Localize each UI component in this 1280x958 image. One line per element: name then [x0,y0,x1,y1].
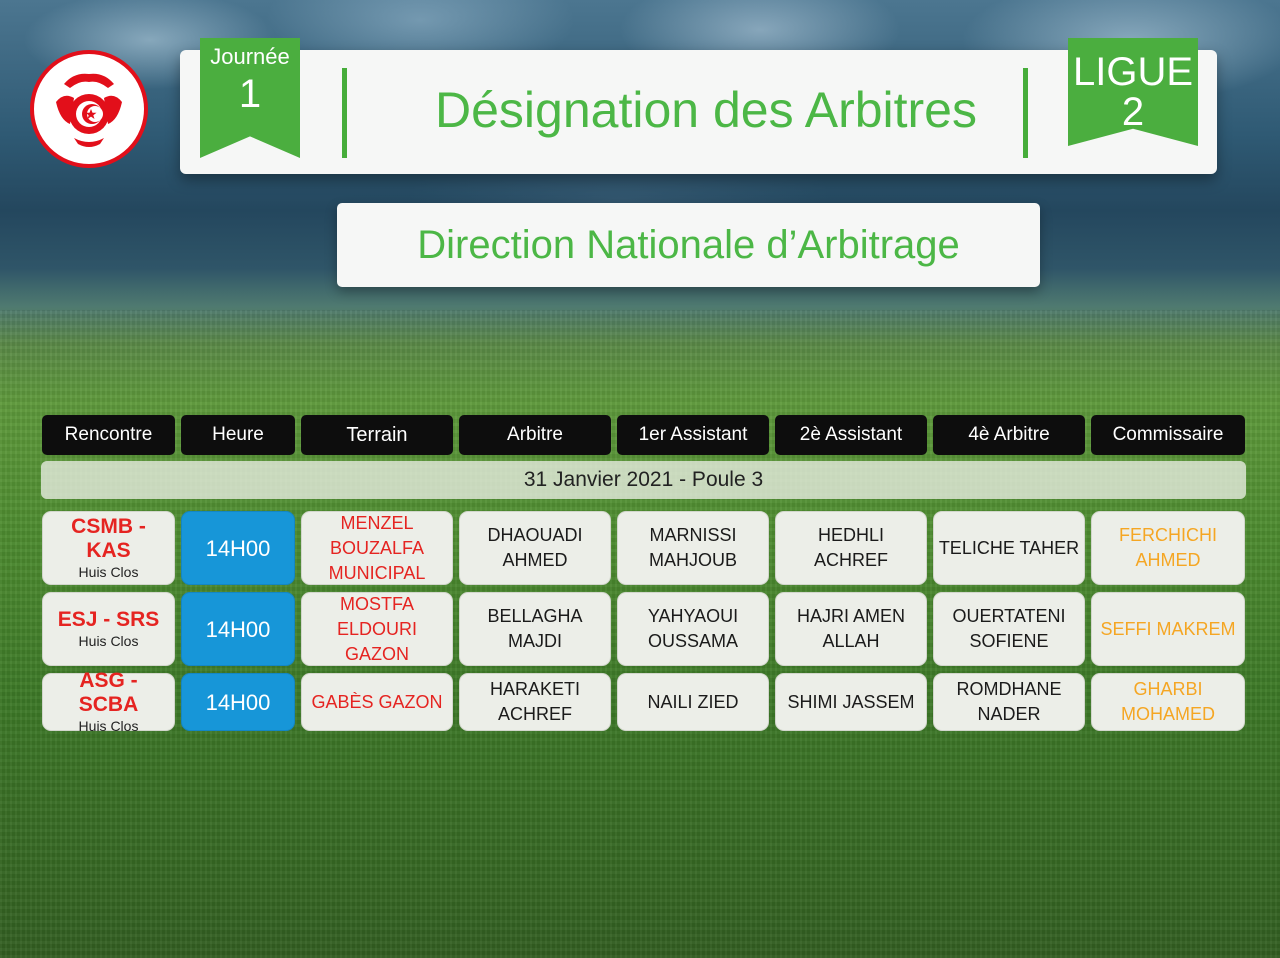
header-arbitre: Arbitre [459,415,611,455]
match-teams: ASG - SCBA [78,669,139,716]
match-assistant2: HAJRI AMEN ALLAH [775,592,927,666]
title-banner: Désignation des Arbitres [180,50,1217,174]
match-arbitre4: OUERTATENI SOFIENE [933,592,1085,666]
match-arbitre: DHAOUADI AHMED [459,511,611,585]
federation-emblem-icon [56,73,122,147]
match-status: Huis Clos [78,633,139,649]
header-assistant2: 2è Assistant [775,415,927,455]
page-subtitle: Direction Nationale d’Arbitrage [417,223,960,267]
subtitle-banner: Direction Nationale d’Arbitrage [337,203,1040,287]
match-teams: CSMB - KAS [71,515,146,562]
federation-logo [30,50,148,168]
header-commissaire: Commissaire [1091,415,1245,455]
page-title: Désignation des Arbitres [435,82,977,138]
ligue-number: 2 [1121,90,1145,134]
journee-number: 1 [238,72,262,116]
header-heure: Heure [181,415,295,455]
match-teams: ESJ - SRS [57,608,160,631]
match-arbitre: HARAKETI ACHREF [459,673,611,731]
date-band: 31 Janvier 2021 - Poule 3 [41,461,1246,499]
title-separator-left [342,68,347,158]
match-terrain: MENZEL BOUZALFA MUNICIPAL [301,511,453,585]
match-arbitre4: TELICHE TAHER [933,511,1085,585]
title-separator-right [1023,68,1028,158]
match-arbitre: BELLAGHA MAJDI [459,592,611,666]
ligue-label: LIGUE [1072,50,1194,94]
match-time: 14H00 [181,511,295,585]
match-assistant1: MARNISSI MAHJOUB [617,511,769,585]
match-assistant2: HEDHLI ACHREF [775,511,927,585]
match-assistant1: YAHYAOUI OUSSAMA [617,592,769,666]
match-time: 14H00 [181,592,295,666]
match-commissaire: GHARBI MOHAMED [1091,673,1245,731]
match-commissaire: SEFFI MAKREM [1091,592,1245,666]
match-terrain: MOSTFA ELDOURI GAZON [301,592,453,666]
header-arbitre4: 4è Arbitre [933,415,1085,455]
table-row-match: ESJ - SRS Huis Clos [42,592,175,666]
match-status: Huis Clos [78,564,139,580]
match-commissaire: FERCHICHI AHMED [1091,511,1245,585]
header-assistant1: 1er Assistant [617,415,769,455]
journee-label: Journée [210,44,290,69]
table-row-match: ASG - SCBA Huis Clos [42,669,175,734]
header-terrain: Terrain [301,415,453,455]
match-assistant1: NAILI ZIED [617,673,769,731]
table-row-match: CSMB - KAS Huis Clos [42,511,175,585]
match-terrain: GABÈS GAZON [301,673,453,731]
match-arbitre4: ROMDHANE NADER [933,673,1085,731]
match-assistant2: SHIMI JASSEM [775,673,927,731]
match-time: 14H00 [181,673,295,731]
header-rencontre: Rencontre [42,415,175,455]
match-status: Huis Clos [78,718,139,734]
